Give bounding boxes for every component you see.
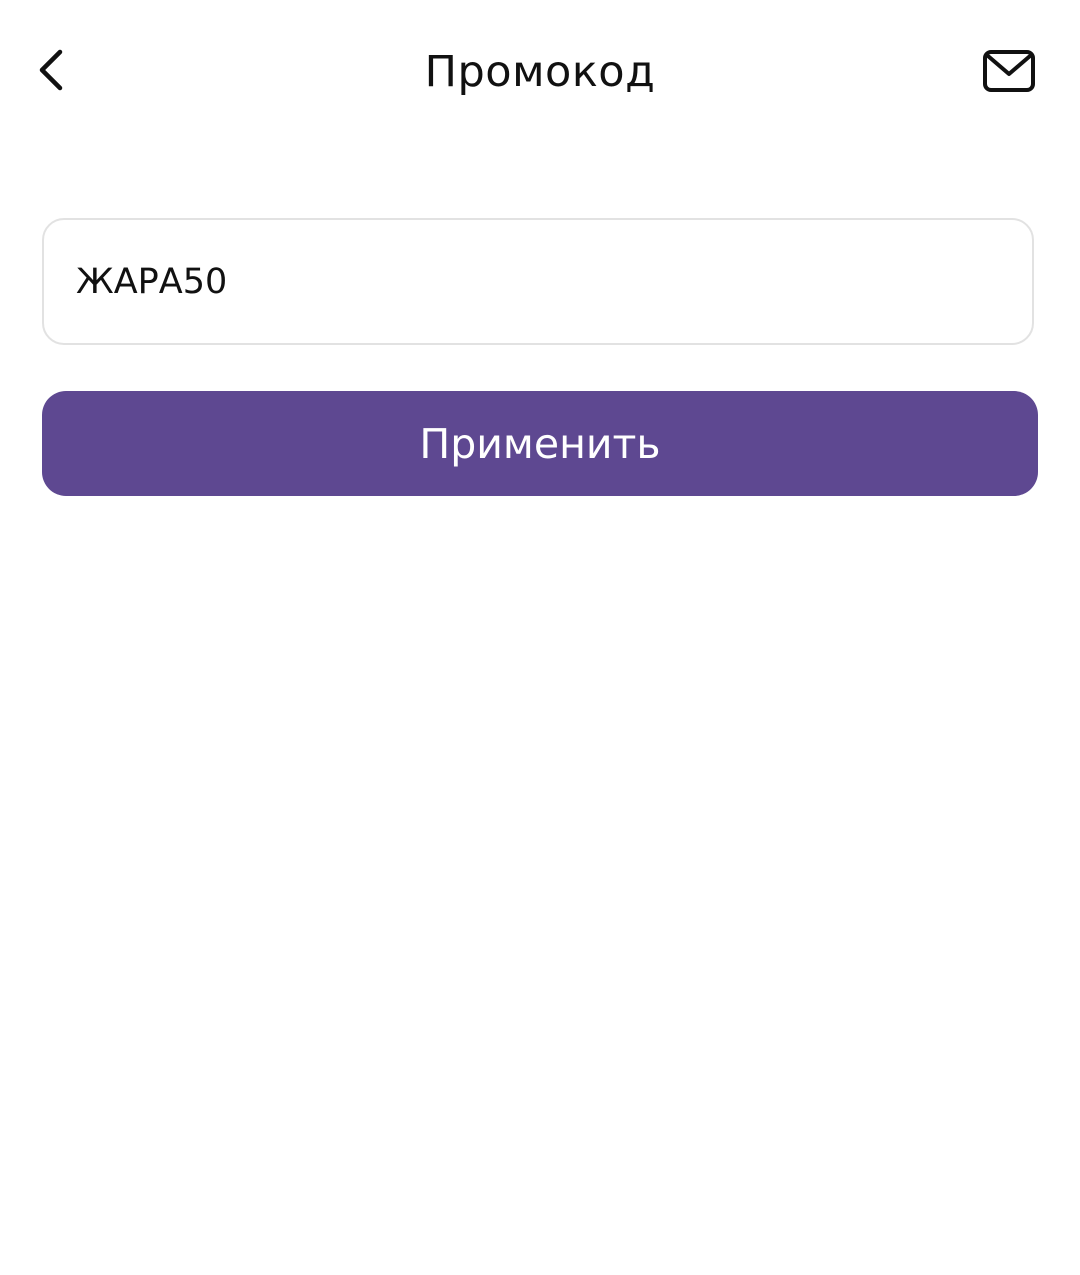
apply-button[interactable]: Применить xyxy=(42,391,1038,496)
header-bar: Промокод xyxy=(0,0,1080,140)
chevron-left-icon xyxy=(39,49,63,91)
back-button[interactable] xyxy=(22,38,82,102)
promo-code-field[interactable] xyxy=(42,218,1034,345)
mail-button[interactable] xyxy=(974,38,1044,104)
envelope-icon xyxy=(983,50,1035,92)
promo-code-input[interactable] xyxy=(76,220,996,343)
page-title: Промокод xyxy=(424,47,656,97)
